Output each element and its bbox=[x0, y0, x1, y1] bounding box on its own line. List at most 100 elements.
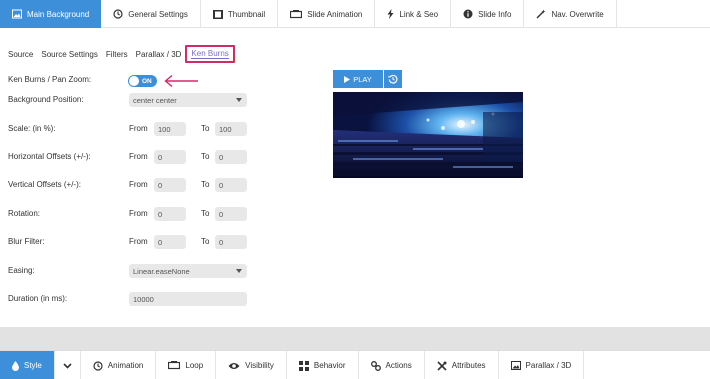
background-preview-image bbox=[333, 92, 523, 178]
from-label: From bbox=[129, 152, 148, 161]
scale-label: Scale: (in %): bbox=[8, 124, 56, 133]
to-label: To bbox=[201, 209, 210, 218]
subtab-source-settings[interactable]: Source Settings bbox=[37, 45, 101, 63]
tab-label: Visibility bbox=[245, 361, 274, 370]
background-position-label: Background Position: bbox=[8, 95, 84, 104]
background-position-select[interactable]: center center bbox=[129, 93, 247, 107]
tab-slide-animation[interactable]: Slide Animation bbox=[278, 0, 376, 28]
info-icon bbox=[463, 9, 473, 19]
tab-loop[interactable]: Loop bbox=[156, 351, 217, 379]
scale-from-input[interactable]: 100 bbox=[154, 122, 186, 136]
tab-behavior[interactable]: Behavior bbox=[287, 351, 359, 379]
toggle-knob bbox=[129, 76, 139, 86]
rotation-from-input[interactable]: 0 bbox=[154, 207, 186, 221]
subtab-label: Ken Burns bbox=[191, 49, 229, 59]
behavior-icon bbox=[298, 360, 309, 371]
tab-label: Animation bbox=[107, 361, 144, 370]
duration-input[interactable]: 10000 bbox=[129, 292, 247, 306]
tab-parallax-3d[interactable]: Parallax / 3D bbox=[499, 351, 585, 379]
input-value: 0 bbox=[219, 209, 224, 219]
blur-filter-label: Blur Filter: bbox=[8, 237, 45, 246]
ken-burns-toggle[interactable]: ON bbox=[128, 75, 157, 87]
duration-label: Duration (in ms): bbox=[8, 294, 68, 303]
vertical-from-input[interactable]: 0 bbox=[154, 178, 186, 192]
select-value: Linear.easeNone bbox=[133, 266, 190, 276]
style-dropdown-toggle[interactable] bbox=[55, 351, 81, 379]
tools-icon bbox=[437, 360, 447, 371]
pointer-arrow-icon bbox=[164, 74, 198, 88]
blur-from-input[interactable]: 0 bbox=[154, 235, 186, 249]
tab-link-seo[interactable]: Link & Seo bbox=[375, 0, 452, 28]
tab-animation[interactable]: Animation bbox=[81, 351, 157, 379]
toggle-state: ON bbox=[142, 77, 152, 85]
duration-row: Duration (in ms): 10000 bbox=[0, 291, 260, 309]
bottom-divider-area bbox=[0, 327, 710, 350]
link-icon bbox=[370, 360, 381, 371]
tab-visibility[interactable]: Visibility bbox=[216, 351, 287, 379]
play-button[interactable]: PLAY bbox=[333, 70, 383, 88]
tab-label: Link & Seo bbox=[399, 9, 439, 19]
from-label: From bbox=[129, 209, 148, 218]
chevron-down-icon bbox=[236, 269, 242, 273]
tab-label: Style bbox=[24, 361, 42, 370]
to-label: To bbox=[201, 152, 210, 161]
rotation-to-input[interactable]: 0 bbox=[215, 207, 247, 221]
scale-to-input[interactable]: 100 bbox=[215, 122, 247, 136]
horizontal-to-input[interactable]: 0 bbox=[215, 150, 247, 164]
select-value: center center bbox=[133, 95, 177, 105]
to-label: To bbox=[201, 124, 210, 133]
horizontal-offsets-row: Horizontal Offsets (+/-): From 0 To 0 bbox=[0, 149, 260, 167]
sub-tab-bar: Source Source Settings Filters Parallax … bbox=[4, 45, 235, 63]
tab-label: Parallax / 3D bbox=[525, 361, 572, 370]
from-label: From bbox=[129, 237, 148, 246]
tab-label: Loop bbox=[185, 361, 204, 370]
easing-select[interactable]: Linear.easeNone bbox=[129, 264, 247, 278]
subtab-parallax-3d[interactable]: Parallax / 3D bbox=[132, 45, 186, 63]
film-icon bbox=[212, 9, 223, 19]
vertical-to-input[interactable]: 0 bbox=[215, 178, 247, 192]
tab-nav-overwrite[interactable]: Nav. Overwrite bbox=[524, 0, 617, 28]
tab-main-background[interactable]: Main Background bbox=[0, 0, 102, 28]
top-tab-bar: Main Background General Settings Thumbna… bbox=[0, 0, 710, 28]
horizontal-offsets-label: Horizontal Offsets (+/-): bbox=[8, 152, 91, 161]
subtab-label: Source Settings bbox=[41, 49, 98, 59]
chevron-down-icon bbox=[63, 362, 72, 369]
blur-filter-row: Blur Filter: From 0 To 0 bbox=[0, 234, 260, 252]
tab-label: Thumbnail bbox=[227, 9, 266, 19]
to-label: To bbox=[201, 237, 210, 246]
vertical-offsets-row: Vertical Offsets (+/-): From 0 To 0 bbox=[0, 177, 260, 195]
input-value: 0 bbox=[158, 180, 163, 190]
tab-style[interactable]: Style bbox=[0, 351, 55, 379]
tab-thumbnail[interactable]: Thumbnail bbox=[201, 0, 279, 28]
subtab-label: Parallax / 3D bbox=[135, 49, 182, 59]
input-value: 0 bbox=[219, 180, 224, 190]
subtab-label: Filters bbox=[105, 49, 128, 59]
subtab-filters[interactable]: Filters bbox=[102, 45, 132, 63]
scale-row: Scale: (in %): From 100 To 100 bbox=[0, 121, 260, 139]
history-icon bbox=[113, 9, 123, 19]
tab-label: Nav. Overwrite bbox=[551, 9, 604, 19]
tab-label: Behavior bbox=[313, 361, 346, 370]
tab-label: Attributes bbox=[451, 361, 486, 370]
tab-actions[interactable]: Actions bbox=[359, 351, 425, 379]
loop-icon bbox=[168, 361, 181, 370]
input-value: 0 bbox=[158, 152, 163, 162]
play-icon bbox=[344, 75, 351, 83]
tab-attributes[interactable]: Attributes bbox=[425, 351, 499, 379]
play-label: PLAY bbox=[353, 74, 372, 84]
blur-to-input[interactable]: 0 bbox=[215, 235, 247, 249]
tab-general-settings[interactable]: General Settings bbox=[101, 0, 201, 28]
horizontal-from-input[interactable]: 0 bbox=[154, 150, 186, 164]
from-label: From bbox=[129, 180, 148, 189]
tab-slide-info[interactable]: Slide Info bbox=[451, 0, 525, 28]
subtab-ken-burns[interactable]: Ken Burns bbox=[185, 45, 235, 63]
tab-label: Main Background bbox=[27, 9, 90, 19]
input-value: 0 bbox=[219, 237, 224, 247]
vertical-offsets-label: Vertical Offsets (+/-): bbox=[8, 180, 81, 189]
reset-history-button[interactable] bbox=[384, 70, 402, 88]
subtab-source[interactable]: Source bbox=[4, 45, 37, 63]
ken-burns-label: Ken Burns / Pan Zoom: bbox=[8, 75, 92, 84]
from-label: From bbox=[129, 124, 148, 133]
input-value: 0 bbox=[158, 237, 163, 247]
to-label: To bbox=[201, 180, 210, 189]
